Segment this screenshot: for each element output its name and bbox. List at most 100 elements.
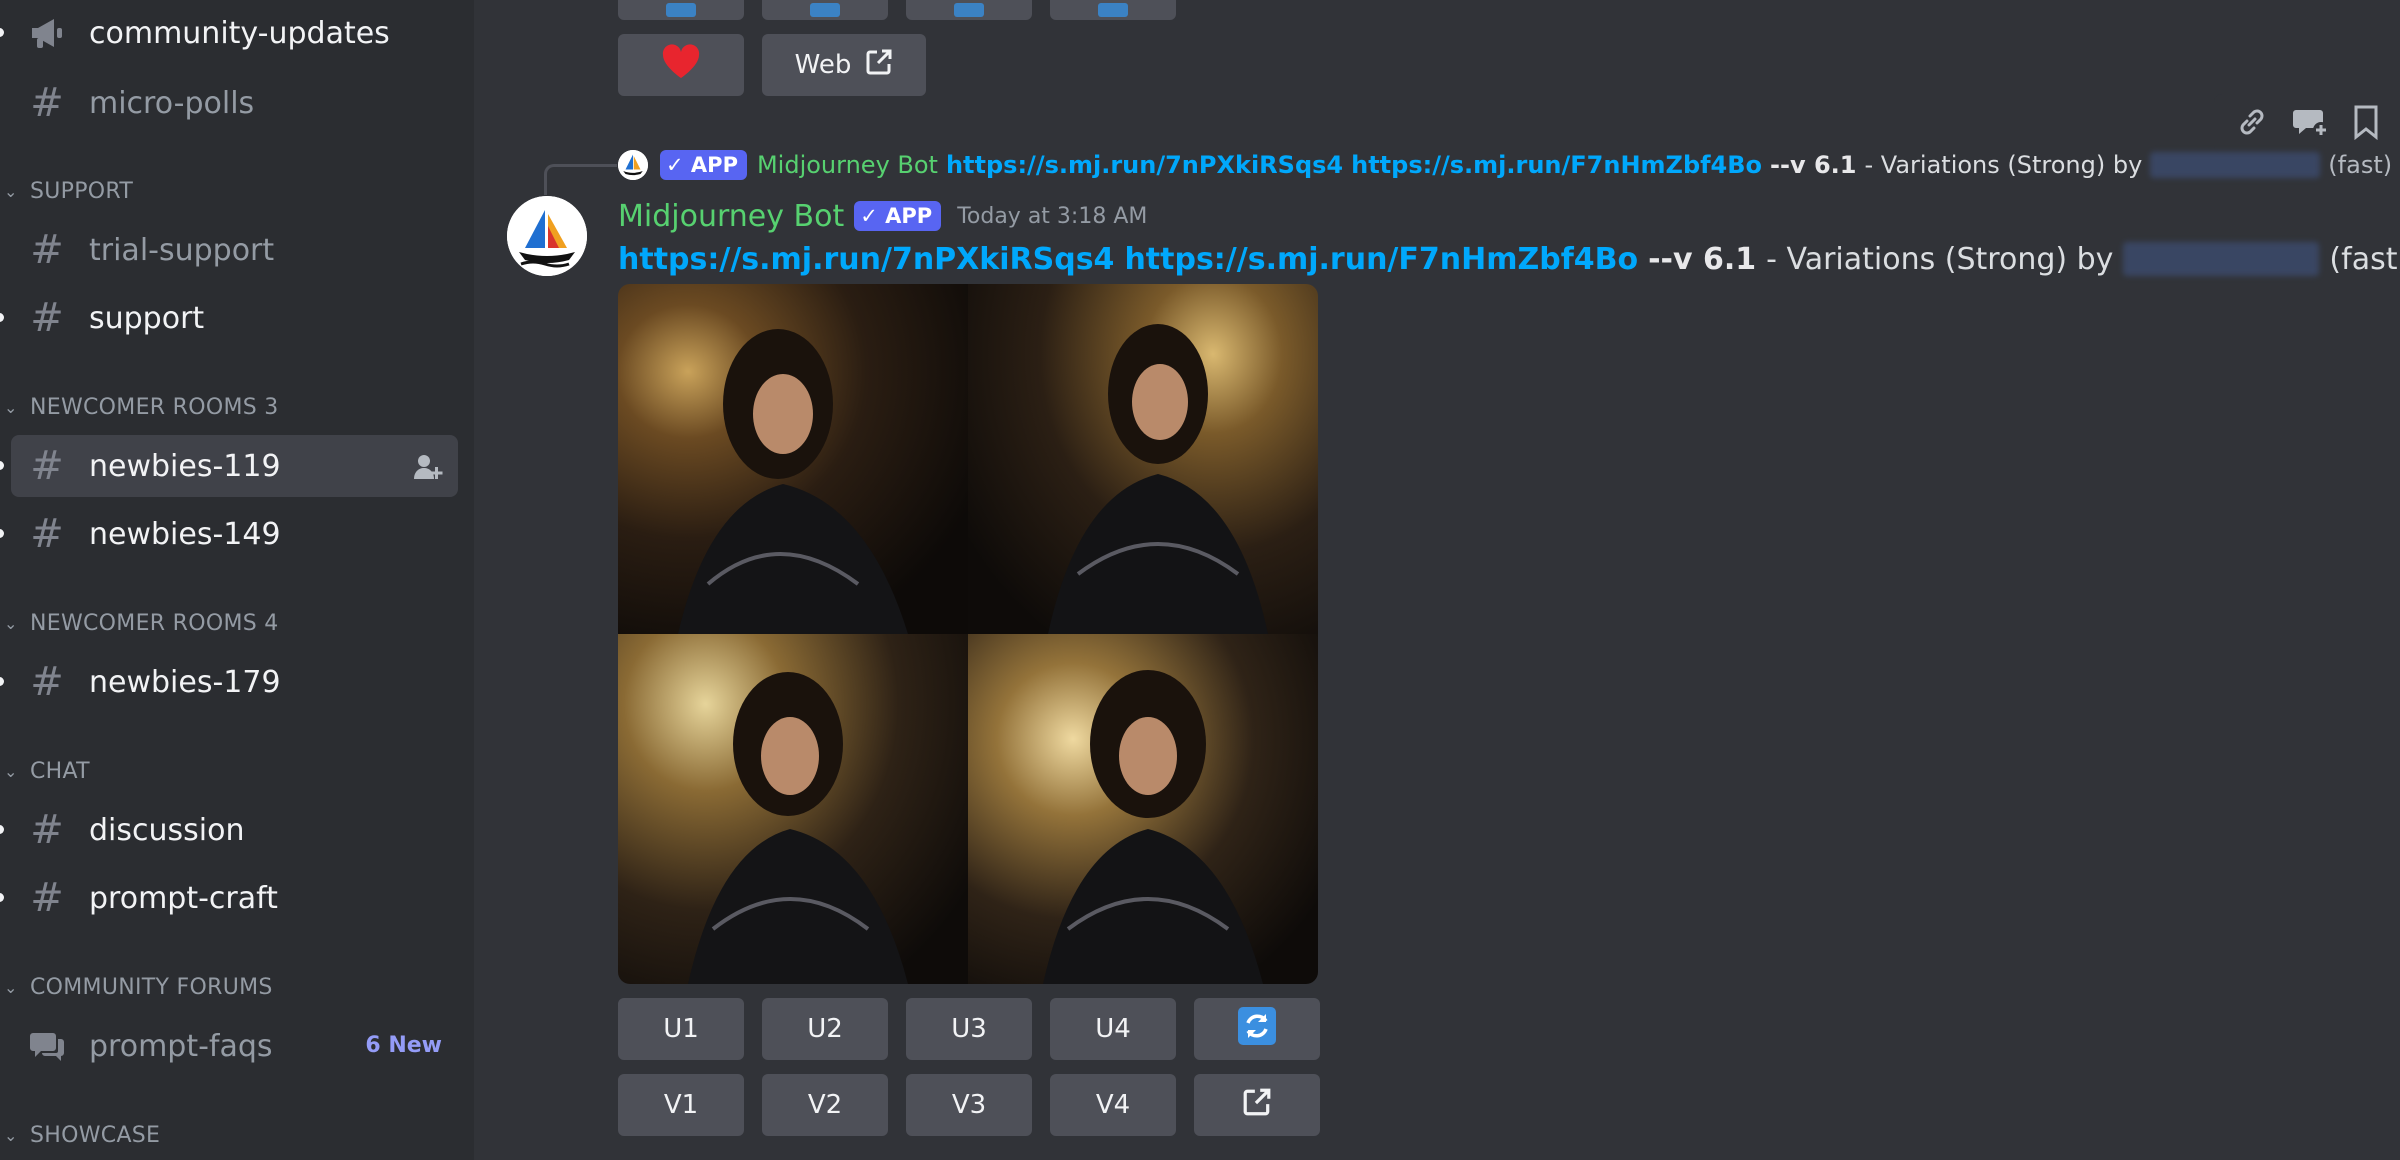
redacted-username [2123,242,2320,276]
channel-newbies-179[interactable]: # newbies-179 [0,651,458,713]
button-label: V2 [807,1090,843,1120]
favorite-button[interactable] [618,34,744,96]
category-showcase[interactable]: ⌄ SHOWCASE [4,1120,160,1150]
bookmark-icon[interactable] [2352,104,2380,144]
hash-icon: # [30,807,64,853]
hash-icon: # [30,875,64,921]
unread-indicator [0,313,4,322]
unread-indicator [0,825,4,834]
chevron-down-icon: ⌄ [4,977,18,997]
reply-link-2[interactable]: https://s.mj.run/F7nHmZbf4Bo [1351,151,1762,179]
refresh-icon [1238,1006,1276,1052]
add-member-icon[interactable] [412,451,444,483]
bot-avatar[interactable] [507,196,587,276]
reply-suffix: (fast) [2328,151,2393,179]
app-badge: ✓ APP [854,201,942,231]
generated-image-grid[interactable] [618,284,1318,984]
open-web-button[interactable] [1194,1074,1320,1136]
unread-indicator [0,28,4,37]
message-timestamp[interactable]: Today at 3:18 AM [957,204,1147,229]
megaphone-icon [27,13,67,53]
variation-3-button[interactable]: V3 [906,1074,1032,1136]
message-link-1[interactable]: https://s.mj.run/7nPXkiRSqs4 [618,242,1114,277]
message-link-2[interactable]: https://s.mj.run/F7nHmZbf4Bo [1124,242,1638,277]
button-label: V4 [1095,1090,1131,1120]
external-link-icon [865,48,893,83]
category-newcomer-rooms-3[interactable]: ⌄ NEWCOMER ROOMS 3 [4,392,279,422]
category-label: COMMUNITY FORUMS [30,974,273,1000]
channel-label: newbies-119 [89,448,281,484]
upscale-3-button[interactable]: U3 [906,998,1032,1060]
channel-label: discussion [89,812,245,848]
category-newcomer-rooms-4[interactable]: ⌄ NEWCOMER ROOMS 4 [4,608,279,638]
image-tile-3[interactable] [618,634,968,984]
heart-icon [661,43,701,87]
web-button[interactable]: Web [762,34,926,96]
channel-label: newbies-179 [89,664,281,700]
channel-micro-polls[interactable]: # micro-polls [11,72,458,134]
reroll-button[interactable] [1194,998,1320,1060]
channel-newbies-149[interactable]: # newbies-149 [0,503,458,565]
hash-thread-icon: # [30,443,64,489]
unread-indicator [0,893,4,902]
category-support[interactable]: ⌄ SUPPORT [4,176,133,206]
chevron-down-icon: ⌄ [4,181,18,201]
web-button-label: Web [794,50,852,80]
reply-connector [544,164,617,195]
variation-4-button[interactable]: V4 [1050,1074,1176,1136]
reply-link-1[interactable]: https://s.mj.run/7nPXkiRSqs4 [946,151,1343,179]
channel-label: community-updates [89,15,390,51]
channel-support[interactable]: # support [0,287,458,349]
image-tile-1[interactable] [618,284,968,634]
channel-prompt-craft[interactable]: # prompt-craft [0,867,458,929]
partial-icon [954,3,984,17]
partial-icon [1098,3,1128,17]
category-community-forums[interactable]: ⌄ COMMUNITY FORUMS [4,972,273,1002]
channel-label: prompt-craft [89,880,278,916]
message-author[interactable]: Midjourney Bot [618,199,844,234]
channel-community-updates[interactable]: community-updates [0,2,458,64]
reply-reference[interactable]: ✓ APP Midjourney Bot https://s.mj.run/7n… [618,148,2400,182]
reply-avatar [618,150,648,180]
button-label: V1 [663,1090,699,1120]
channel-newbies-119[interactable]: # newbies-119 [0,435,458,497]
category-label: NEWCOMER ROOMS 3 [30,394,279,420]
unread-indicator [0,461,4,470]
new-posts-badge: 6 New [365,1033,442,1058]
channel-sidebar: community-updates # micro-polls ⌄ SUPPOR… [0,0,474,1160]
channel-label: prompt-faqs [89,1028,273,1064]
unread-indicator [0,529,4,538]
create-thread-icon[interactable] [2292,104,2330,144]
message-hover-toolbar: ⌄ [2214,94,2400,154]
previous-row-button[interactable] [906,0,1032,20]
image-tile-2[interactable] [968,284,1318,634]
reply-author[interactable]: Midjourney Bot [757,151,938,179]
button-label: U4 [1095,1014,1131,1044]
copy-link-icon[interactable] [2234,104,2270,144]
upscale-2-button[interactable]: U2 [762,998,888,1060]
hash-thread-icon: # [30,511,64,557]
channel-discussion[interactable]: # discussion [0,799,458,861]
chevron-down-icon: ⌄ [4,1125,18,1145]
redacted-username [2150,152,2321,178]
upscale-1-button[interactable]: U1 [618,998,744,1060]
category-label: CHAT [30,758,90,784]
category-label: SUPPORT [30,178,134,204]
hash-thread-icon: # [30,295,64,341]
app-badge: ✓ APP [660,150,747,180]
message-version-flag: --v 6.1 [1648,241,1757,277]
image-tile-4[interactable] [968,634,1318,984]
chevron-down-icon: ⌄ [4,397,18,417]
previous-row-button[interactable] [618,0,744,20]
category-label: NEWCOMER ROOMS 4 [30,610,279,636]
previous-row-button[interactable] [1050,0,1176,20]
channel-prompt-faqs[interactable]: prompt-faqs 6 New [11,1015,458,1077]
chevron-down-icon: ⌄ [4,613,18,633]
channel-trial-support[interactable]: # trial-support [11,219,458,281]
variation-2-button[interactable]: V2 [762,1074,888,1136]
variation-1-button[interactable]: V1 [618,1074,744,1136]
upscale-4-button[interactable]: U4 [1050,998,1176,1060]
category-chat[interactable]: ⌄ CHAT [4,756,90,786]
app-badge-label: APP [885,204,933,228]
previous-row-button[interactable] [762,0,888,20]
